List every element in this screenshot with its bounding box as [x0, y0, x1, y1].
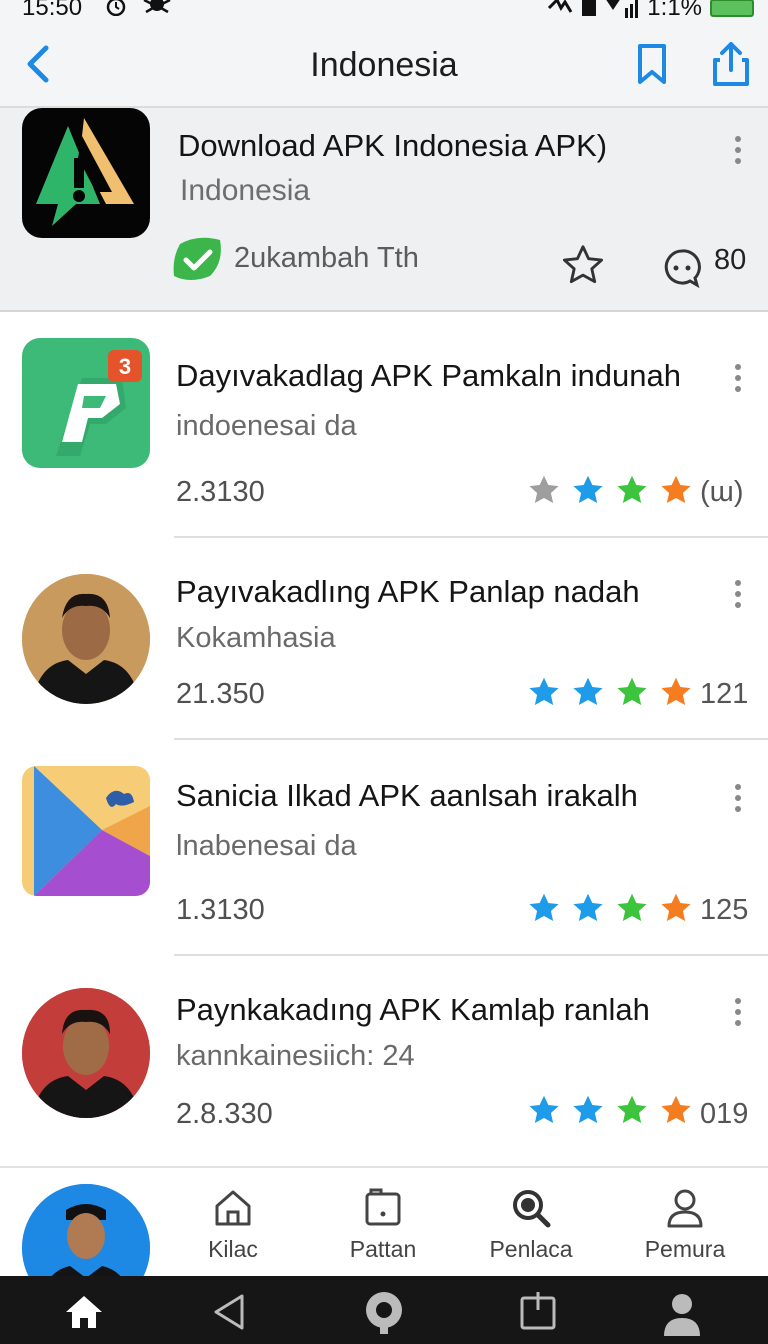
star-orange-icon [661, 1095, 691, 1124]
avatar [22, 988, 150, 1118]
tab-penlaca[interactable]: Penlaca [466, 1186, 596, 1274]
bug-icon [143, 0, 171, 14]
app-icon: 3 [22, 338, 150, 468]
app-bar: Indonesia [0, 22, 768, 108]
star-blue-icon [573, 475, 603, 504]
item-more-button[interactable] [728, 578, 748, 610]
bookmark-icon [638, 44, 666, 84]
star-blue-icon [529, 1095, 559, 1124]
rating-stars [526, 890, 694, 926]
star-blue-icon [529, 677, 559, 706]
featured-more-button[interactable] [728, 134, 748, 166]
item-subtitle: indoenesai da [176, 410, 357, 442]
system-assistant-button[interactable] [360, 1288, 408, 1336]
chat-bubble-icon [664, 249, 701, 289]
comment-count: 80 [714, 244, 747, 276]
item-title: Sanicia Ilkad APK aanlsah irakalh [176, 778, 638, 813]
star-orange-icon [661, 475, 691, 504]
share-icon [713, 42, 749, 86]
system-account-button[interactable] [658, 1288, 706, 1336]
home-filled-icon [66, 1296, 102, 1328]
profile-icon [667, 1189, 703, 1228]
item-version: 2.8.330 [176, 1098, 273, 1130]
item-more-button[interactable] [728, 362, 748, 394]
system-recents-button[interactable] [514, 1288, 562, 1336]
item-version: 2.3130 [176, 476, 265, 508]
triangle-back-icon [214, 1294, 244, 1330]
tab-pemura[interactable]: Pemura [620, 1186, 750, 1274]
recents-square-icon [520, 1292, 556, 1330]
notification-badge: 3 [119, 354, 131, 379]
featured-subtitle: Indonesia [180, 174, 311, 207]
featured-app-card[interactable]: Download APK Indonesia APK) Indonesia 2u… [0, 108, 768, 312]
list-item[interactable]: Payıvakadlıng APK Panlap nadah Kokamhasi… [0, 538, 768, 740]
item-more-button[interactable] [728, 996, 748, 1028]
star-orange-icon [661, 893, 691, 922]
star-outline-icon [562, 245, 604, 284]
star-orange-icon [661, 677, 691, 706]
share-button[interactable] [710, 40, 752, 88]
featured-meta: 2ukambah Tth [234, 242, 419, 274]
star-blue-icon [573, 677, 603, 706]
rating-count: 121 [700, 678, 749, 710]
verified-check-icon [172, 236, 224, 282]
star-blue-icon [529, 893, 559, 922]
star-gray-icon [529, 475, 559, 504]
signal-icon [606, 0, 639, 18]
sim-icon [582, 0, 597, 16]
battery-icon [710, 0, 754, 17]
status-time: 15:50 [22, 0, 83, 21]
tab-kilac[interactable]: Kilac [168, 1186, 298, 1274]
star-green-icon [617, 893, 647, 922]
battery-text: 1:1% [647, 0, 702, 21]
system-navigation-bar [0, 1276, 768, 1344]
item-subtitle: lnabenesai da [176, 830, 357, 862]
star-green-icon [617, 1095, 647, 1124]
home-outline-icon [215, 1190, 251, 1226]
featured-app-icon [22, 108, 150, 238]
bottom-navigation: Kilac Pattan Penlaca Pemura [0, 1166, 768, 1312]
status-bar: 15:50 1:1% [0, 0, 768, 22]
featured-title: Download APK Indonesia APK) [178, 128, 608, 163]
location-pin-icon [366, 1292, 402, 1334]
network-activity-icon [548, 0, 573, 13]
tab-label: Penlaca [489, 1236, 573, 1262]
item-more-button[interactable] [728, 782, 748, 814]
rating-stars [526, 674, 694, 710]
item-version: 21.350 [176, 678, 265, 710]
list-item[interactable]: 3 Dayıvakadlag APK Pamkaln indunah indoe… [0, 312, 768, 538]
tab-label: Pemura [644, 1236, 726, 1262]
bookmark-button[interactable] [632, 42, 672, 86]
item-subtitle: Kokamhasia [176, 622, 336, 654]
star-green-icon [617, 475, 647, 504]
system-back-button[interactable] [206, 1288, 254, 1336]
item-title: Dayıvakadlag APK Pamkaln indunah [176, 358, 681, 393]
tab-label: Kilac [208, 1236, 258, 1262]
account-icon [664, 1294, 700, 1336]
item-subtitle: kannkainesiich: 24 [176, 1040, 415, 1072]
rating-count: (ɯ) [700, 476, 744, 508]
list-item[interactable]: Paynkakadıng APK Kamlaþ ranlah kannkaine… [0, 956, 768, 1166]
tab-pattan[interactable]: Pattan [318, 1186, 448, 1274]
alarm-icon [106, 0, 126, 16]
rating-count: 125 [700, 894, 749, 926]
rating-stars [526, 472, 694, 508]
system-home-button[interactable] [60, 1288, 108, 1336]
favorite-star-button[interactable] [560, 242, 606, 288]
list-item[interactable]: Sanicia Ilkad APK aanlsah irakalh lnaben… [0, 740, 768, 956]
item-title: Paynkakadıng APK Kamlaþ ranlah [176, 992, 650, 1027]
star-blue-icon [573, 893, 603, 922]
item-title: Payıvakadlıng APK Panlap nadah [176, 574, 640, 609]
app-icon [22, 766, 150, 896]
folder-icon [365, 1188, 401, 1226]
item-version: 1.3130 [176, 894, 265, 926]
comments-button[interactable] [662, 248, 702, 289]
tab-label: Pattan [349, 1236, 417, 1262]
rating-count: 019 [700, 1098, 749, 1130]
star-blue-icon [573, 1095, 603, 1124]
rating-stars [526, 1092, 694, 1128]
star-green-icon [617, 677, 647, 706]
avatar [22, 574, 150, 704]
search-icon [513, 1190, 551, 1228]
